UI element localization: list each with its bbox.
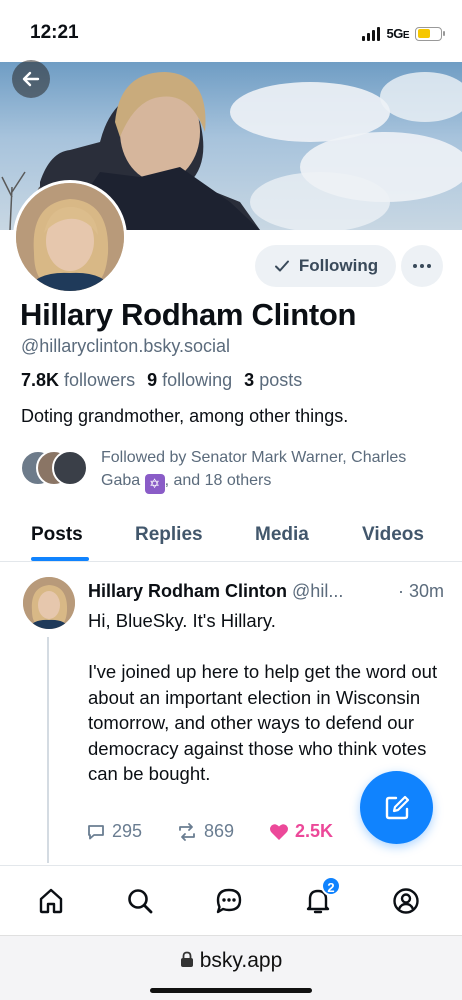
followers-stat[interactable]: 7.8K followers	[21, 370, 135, 391]
url-text: bsky.app	[199, 949, 283, 972]
display-name: Hillary Rodham Clinton	[20, 297, 357, 332]
profile-stats: 7.8K followers 9 following 3 posts	[21, 370, 302, 391]
url-bar[interactable]: bsky.app	[0, 949, 462, 973]
battery-icon	[415, 26, 445, 41]
post-avatar[interactable]	[23, 577, 75, 629]
repost-count: 869	[204, 821, 235, 841]
like-button[interactable]: 2.5K	[269, 821, 333, 842]
home-indicator	[150, 988, 312, 993]
nav-profile[interactable]	[389, 884, 423, 918]
chat-icon	[216, 888, 242, 914]
repost-button[interactable]: 869	[176, 821, 234, 842]
status-bar: 12:21 5GE	[0, 0, 462, 62]
more-icon	[413, 264, 431, 268]
compose-button[interactable]	[360, 771, 433, 844]
notification-badge: 2	[321, 876, 341, 896]
followed-by-text: Followed by Senator Mark Warner, Charles…	[101, 446, 431, 494]
posts-stat: 3 posts	[244, 370, 303, 390]
post-handle: @hil...	[292, 581, 344, 601]
reply-button[interactable]: 295	[86, 821, 142, 842]
lock-icon	[180, 951, 193, 967]
tab-media[interactable]: Media	[255, 524, 309, 546]
check-icon	[274, 260, 289, 272]
back-button[interactable]	[12, 60, 50, 98]
status-indicators: 5GE	[362, 26, 445, 41]
profile-handle: @hillaryclinton.bsky.social	[21, 336, 231, 356]
signal-icon	[362, 26, 381, 41]
search-icon	[128, 889, 153, 914]
tab-videos[interactable]: Videos	[362, 524, 424, 546]
profile-avatar[interactable]	[13, 180, 127, 294]
nav-home[interactable]	[34, 884, 68, 918]
followed-by-avatars	[20, 450, 90, 488]
profile-tabs: Posts Replies Media Videos	[0, 510, 462, 562]
tab-replies[interactable]: Replies	[135, 524, 203, 546]
following-label: Following	[298, 256, 379, 275]
back-arrow-icon	[22, 71, 40, 87]
followed-by[interactable]: Followed by Senator Mark Warner, Charles…	[20, 446, 440, 494]
following-button[interactable]: Following	[255, 245, 396, 287]
like-count: 2.5K	[295, 821, 334, 841]
tab-posts[interactable]: Posts	[31, 524, 83, 546]
repost-icon	[179, 822, 195, 841]
nav-chat[interactable]	[212, 884, 246, 918]
bottom-nav: 2	[0, 865, 462, 935]
heart-icon	[270, 823, 288, 840]
profile-bio: Doting grandmother, among other things.	[21, 406, 349, 426]
post-body: Hi, BlueSky. It's Hillary. I've joined u…	[88, 610, 438, 784]
compose-icon	[385, 795, 409, 819]
profile-icon	[393, 888, 419, 914]
thread-line	[47, 637, 49, 863]
post-timestamp: · 30m	[393, 581, 444, 602]
status-time: 12:21	[30, 22, 79, 43]
browser-bar: bsky.app	[0, 935, 462, 1000]
network-label: 5GE	[386, 26, 409, 41]
reply-icon	[88, 824, 104, 839]
avatar	[52, 450, 88, 486]
nav-search[interactable]	[123, 884, 157, 918]
post-author[interactable]: Hillary Rodham Clinton	[88, 581, 287, 601]
following-stat[interactable]: 9 following	[147, 370, 232, 391]
reply-count: 295	[112, 821, 143, 841]
nav-notifications[interactable]: 2	[301, 876, 341, 918]
more-options-button[interactable]	[401, 245, 443, 287]
active-tab-indicator	[31, 557, 89, 561]
home-icon	[39, 888, 63, 914]
star-of-david-icon: ✡	[144, 474, 165, 494]
